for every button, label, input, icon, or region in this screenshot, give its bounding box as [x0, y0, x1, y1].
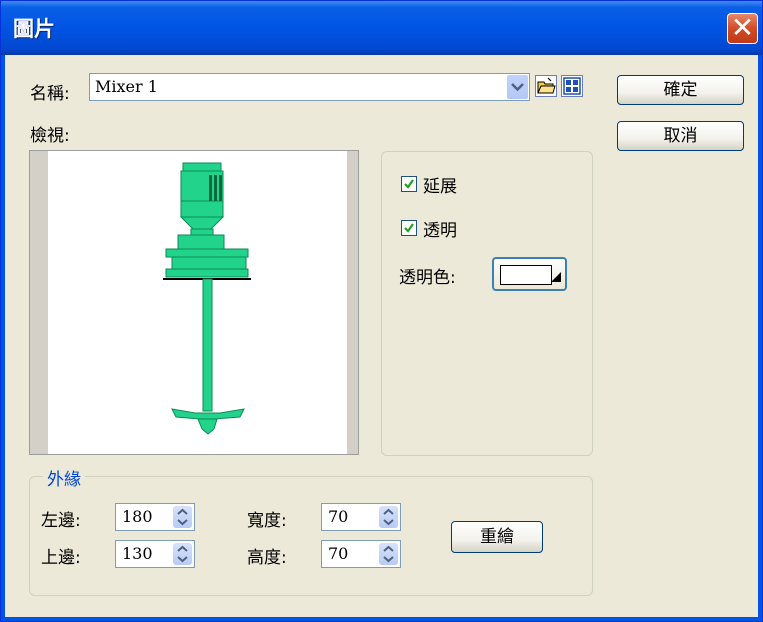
height-label: 高度: — [247, 548, 287, 568]
top-value: 130 — [122, 544, 153, 563]
ok-button[interactable]: 確定 — [617, 75, 744, 105]
transparent-checkbox[interactable] — [401, 220, 417, 236]
grid-icon — [563, 77, 581, 95]
top-spinner[interactable]: 130 — [115, 540, 195, 568]
title-bar[interactable]: 圖片 ✕ — [1, 1, 762, 55]
color-swatch — [500, 265, 552, 285]
options-group — [381, 151, 593, 456]
border-group-label: 外緣 — [43, 465, 85, 490]
dialog-body: 名稱: Mixer 1 確定 取消 檢視: 延展 透明 透明色: 外緣 左邊: … — [5, 55, 758, 617]
name-value: Mixer 1 — [95, 77, 158, 96]
preview-pane — [29, 150, 359, 455]
preview-label: 檢視: — [30, 126, 70, 146]
transparent-color-label: 透明色: — [399, 268, 456, 288]
spin-arrows-icon[interactable] — [173, 506, 192, 528]
dialog-title: 圖片 — [13, 17, 55, 41]
left-value: 180 — [122, 507, 153, 526]
stretch-checkbox[interactable] — [401, 176, 417, 192]
open-folder-button[interactable] — [535, 75, 557, 97]
browse-grid-button[interactable] — [561, 75, 583, 97]
name-label: 名稱: — [30, 84, 70, 104]
height-spinner[interactable]: 70 — [321, 540, 401, 568]
width-spinner[interactable]: 70 — [321, 503, 401, 531]
width-value: 70 — [328, 507, 349, 526]
redraw-button[interactable]: 重繪 — [451, 521, 543, 553]
left-spinner[interactable]: 180 — [115, 503, 195, 531]
checkmark-icon — [404, 223, 414, 233]
left-label: 左邊: — [41, 511, 81, 531]
name-combobox[interactable]: Mixer 1 — [89, 73, 530, 101]
picture-dialog: 圖片 ✕ 名稱: Mixer 1 確定 取消 檢視: 延展 透明 透明色: 外緣… — [0, 0, 763, 622]
spin-arrows-icon[interactable] — [379, 543, 398, 565]
close-button[interactable]: ✕ — [727, 11, 758, 44]
spin-arrows-icon[interactable] — [379, 506, 398, 528]
preview-canvas — [48, 151, 347, 454]
close-icon: ✕ — [730, 11, 755, 44]
transparent-color-button[interactable] — [492, 257, 567, 291]
top-label: 上邊: — [41, 548, 81, 568]
transparent-label: 透明 — [423, 221, 457, 241]
open-folder-icon — [537, 77, 556, 94]
cancel-button[interactable]: 取消 — [617, 121, 744, 151]
checkmark-icon — [404, 179, 414, 189]
mixer-image — [163, 162, 251, 435]
width-label: 寬度: — [247, 511, 287, 531]
dropdown-arrow-icon[interactable] — [507, 75, 528, 99]
dropdown-triangle-icon — [551, 272, 561, 282]
spin-arrows-icon[interactable] — [173, 543, 192, 565]
height-value: 70 — [328, 544, 349, 563]
stretch-label: 延展 — [423, 177, 457, 197]
